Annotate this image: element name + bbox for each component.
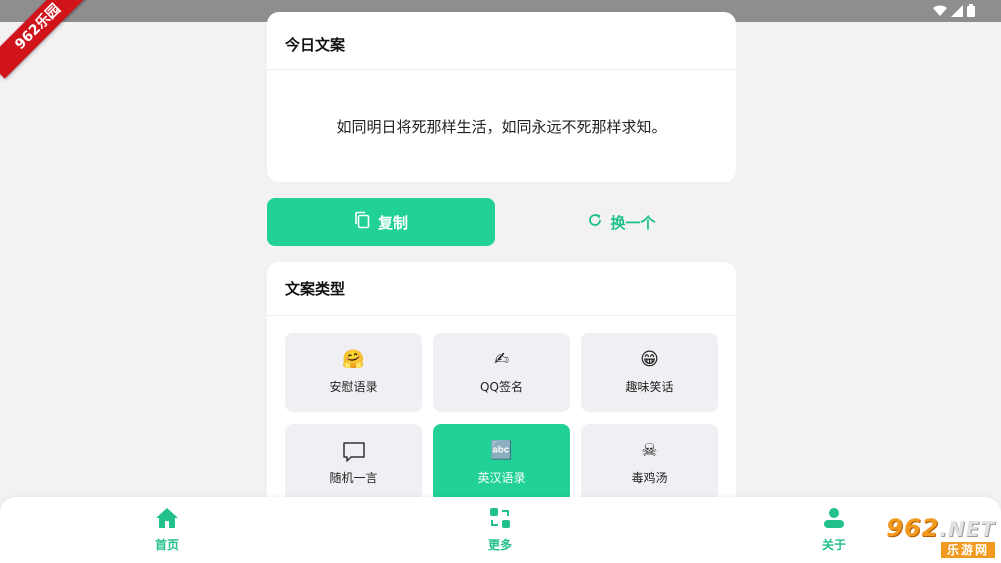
nav-home[interactable]: 首页 xyxy=(127,507,207,553)
writing-hand-icon: ✍ xyxy=(493,349,510,370)
nav-more-label: 更多 xyxy=(487,538,512,552)
type-tile-english[interactable]: 🔤 英汉语录 xyxy=(433,424,570,503)
type-tile-comfort[interactable]: 🤗 安慰语录 xyxy=(285,333,422,412)
copy-button[interactable]: 复制 xyxy=(267,198,495,246)
bottom-nav: 首页 更多 关于 xyxy=(0,497,1001,563)
nav-about[interactable]: 关于 xyxy=(794,507,874,553)
refresh-icon xyxy=(588,213,602,231)
change-button[interactable]: 换一个 xyxy=(508,198,736,246)
grinning-face-icon: 😁 xyxy=(640,349,659,370)
types-grid: 🤗 安慰语录 ✍ QQ签名 😁 趣味笑话 随机一言 🔤 英汉语录 ☠ 毒鸡汤 xyxy=(285,333,718,503)
home-icon xyxy=(155,507,179,532)
type-label: 安慰语录 xyxy=(329,380,378,394)
type-label: 随机一言 xyxy=(329,471,378,485)
type-label: 毒鸡汤 xyxy=(631,471,668,485)
user-icon xyxy=(823,507,845,532)
watermark-logo: 962.NET xyxy=(886,514,995,542)
type-label: 趣味笑话 xyxy=(625,380,674,394)
nav-home-label: 首页 xyxy=(154,538,179,552)
speech-bubble-icon xyxy=(342,441,366,462)
change-label: 换一个 xyxy=(610,213,656,232)
today-title: 今日文案 xyxy=(267,12,736,70)
site-watermark: 962.NET 乐游网 xyxy=(865,515,995,559)
today-card: 今日文案 如同明日将死那样生活，如同永远不死那样求知。 xyxy=(267,12,736,182)
signal-icon xyxy=(951,4,963,17)
watermark-subtitle: 乐游网 xyxy=(940,542,995,558)
type-tile-poison-soup[interactable]: ☠ 毒鸡汤 xyxy=(581,424,718,503)
copy-label: 复制 xyxy=(377,213,408,232)
quote-text: 如同明日将死那样生活，如同永远不死那样求知。 xyxy=(336,118,667,136)
type-label: 英汉语录 xyxy=(477,471,526,485)
battery-icon xyxy=(967,4,975,17)
switch-icon xyxy=(489,507,511,532)
nav-more[interactable]: 更多 xyxy=(460,507,540,553)
types-title: 文案类型 xyxy=(267,262,736,316)
skull-crossbones-icon: ☠ xyxy=(641,440,658,461)
type-tile-jokes[interactable]: 😁 趣味笑话 xyxy=(581,333,718,412)
hugging-face-icon: 🤗 xyxy=(342,349,365,370)
type-tile-random[interactable]: 随机一言 xyxy=(285,424,422,503)
wifi-icon xyxy=(933,5,947,17)
abc-icon: 🔤 xyxy=(490,440,513,461)
copy-icon xyxy=(354,211,370,233)
nav-about-label: 关于 xyxy=(821,538,846,552)
type-label: QQ签名 xyxy=(480,380,523,394)
type-tile-qq-signature[interactable]: ✍ QQ签名 xyxy=(433,333,570,412)
